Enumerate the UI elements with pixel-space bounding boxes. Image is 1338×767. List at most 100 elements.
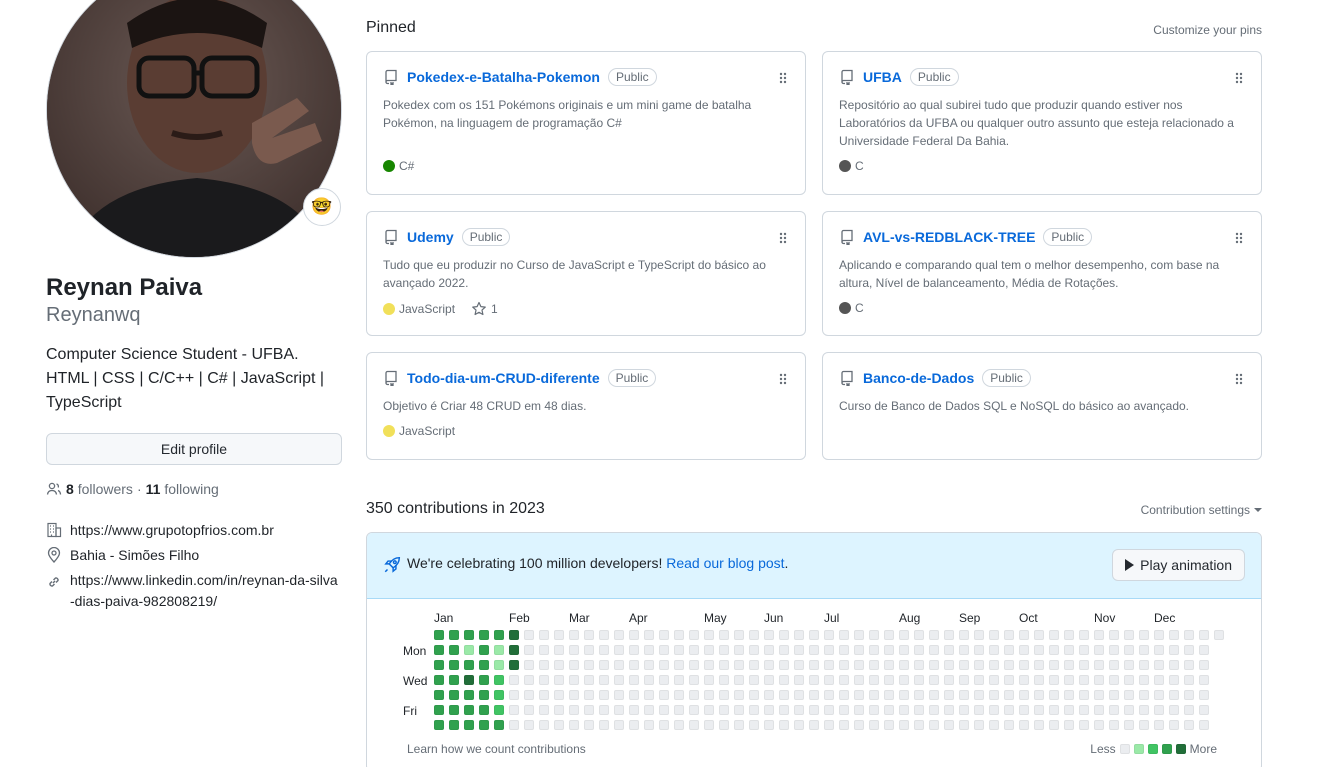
contribution-day[interactable] [929,690,939,700]
contribution-day[interactable] [464,675,474,685]
contribution-day[interactable] [1199,630,1209,640]
contribution-day[interactable] [554,660,564,670]
contribution-day[interactable] [869,705,879,715]
contribution-day[interactable] [704,705,714,715]
contribution-day[interactable] [494,705,504,715]
contribution-day[interactable] [929,630,939,640]
contribution-day[interactable] [1004,645,1014,655]
contribution-day[interactable] [479,630,489,640]
contribution-day[interactable] [914,690,924,700]
contribution-day[interactable] [1214,630,1224,640]
contribution-day[interactable] [1139,690,1149,700]
contribution-day[interactable] [554,690,564,700]
contribution-day[interactable] [1124,660,1134,670]
contribution-day[interactable] [509,675,519,685]
contribution-day[interactable] [824,675,834,685]
contribution-day[interactable] [584,705,594,715]
contribution-day[interactable] [734,720,744,730]
contribution-day[interactable] [1109,690,1119,700]
contribution-day[interactable] [434,630,444,640]
contribution-day[interactable] [1109,675,1119,685]
contribution-day[interactable] [989,645,999,655]
contribution-day[interactable] [1154,645,1164,655]
contribution-day[interactable] [1064,690,1074,700]
contribution-day[interactable] [1079,720,1089,730]
drag-handle-icon[interactable] [779,373,787,385]
contribution-day[interactable] [1154,630,1164,640]
contribution-day[interactable] [614,645,624,655]
contribution-day[interactable] [539,645,549,655]
contribution-day[interactable] [464,660,474,670]
contribution-day[interactable] [869,675,879,685]
contribution-day[interactable] [1049,705,1059,715]
contribution-day[interactable] [944,675,954,685]
contribution-day[interactable] [734,630,744,640]
contribution-day[interactable] [569,705,579,715]
contribution-day[interactable] [464,630,474,640]
contribution-day[interactable] [449,630,459,640]
contribution-day[interactable] [539,690,549,700]
contribution-day[interactable] [1124,705,1134,715]
contribution-day[interactable] [869,690,879,700]
contribution-day[interactable] [629,675,639,685]
contribution-day[interactable] [944,705,954,715]
contribution-day[interactable] [1109,705,1119,715]
contribution-day[interactable] [1064,705,1074,715]
contribution-day[interactable] [479,690,489,700]
contribution-day[interactable] [719,690,729,700]
contribution-day[interactable] [1079,630,1089,640]
contribution-day[interactable] [1139,720,1149,730]
contribution-day[interactable] [539,630,549,640]
learn-contributions-link[interactable]: Learn how we count contributions [407,742,586,756]
contribution-day[interactable] [584,630,594,640]
contribution-day[interactable] [719,720,729,730]
contribution-day[interactable] [1124,645,1134,655]
contribution-day[interactable] [779,630,789,640]
contribution-day[interactable] [764,660,774,670]
contribution-day[interactable] [629,720,639,730]
contribution-day[interactable] [449,720,459,730]
contribution-day[interactable] [599,660,609,670]
contribution-day[interactable] [944,645,954,655]
contribution-day[interactable] [1004,690,1014,700]
contribution-day[interactable] [839,660,849,670]
play-animation-button[interactable]: Play animation [1112,549,1245,581]
contribution-day[interactable] [959,705,969,715]
contribution-day[interactable] [1094,675,1104,685]
contribution-day[interactable] [689,705,699,715]
contribution-day[interactable] [734,690,744,700]
contribution-day[interactable] [554,720,564,730]
contribution-day[interactable] [794,690,804,700]
contribution-day[interactable] [644,705,654,715]
contribution-day[interactable] [764,720,774,730]
contribution-day[interactable] [614,690,624,700]
contribution-day[interactable] [704,645,714,655]
contribution-day[interactable] [1034,720,1044,730]
contribution-day[interactable] [809,690,819,700]
contribution-day[interactable] [674,630,684,640]
contribution-day[interactable] [899,690,909,700]
contribution-day[interactable] [1109,645,1119,655]
contribution-day[interactable] [659,630,669,640]
contribution-day[interactable] [914,660,924,670]
contribution-day[interactable] [494,645,504,655]
contribution-day[interactable] [1139,660,1149,670]
contribution-day[interactable] [569,660,579,670]
contribution-day[interactable] [989,630,999,640]
contribution-day[interactable] [1184,690,1194,700]
contribution-day[interactable] [929,720,939,730]
contribution-day[interactable] [1079,675,1089,685]
contribution-day[interactable] [869,720,879,730]
contribution-day[interactable] [1109,660,1119,670]
contribution-day[interactable] [1199,675,1209,685]
contribution-day[interactable] [974,720,984,730]
repo-name-link[interactable]: UFBA [863,69,902,85]
contribution-day[interactable] [974,645,984,655]
following-link[interactable]: 11 following [146,481,219,497]
contribution-day[interactable] [854,705,864,715]
contribution-day[interactable] [614,705,624,715]
website-link[interactable]: https://www.grupotopfrios.com.br [70,520,274,541]
contribution-day[interactable] [1169,660,1179,670]
stargazers-link[interactable]: 1 [471,301,498,317]
contribution-day[interactable] [1094,705,1104,715]
